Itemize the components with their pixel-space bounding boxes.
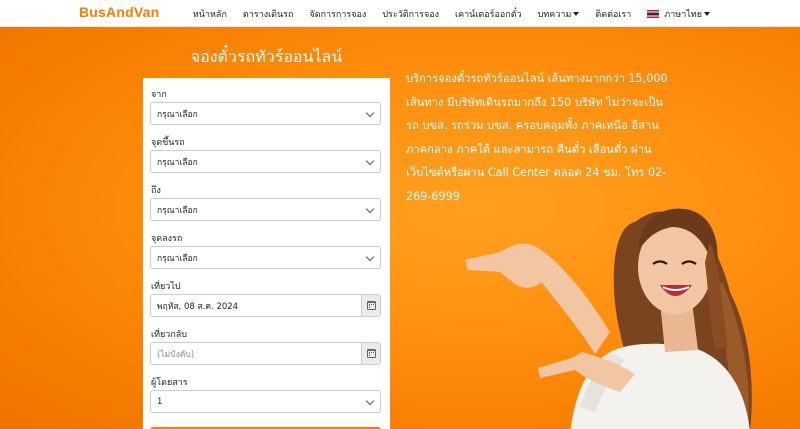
pickup-label: จุดขึ้นรถ bbox=[151, 138, 185, 148]
pickup-select[interactable]: กรุณาเลือก bbox=[150, 150, 381, 173]
chevron-down-icon bbox=[365, 396, 375, 406]
passengers-select[interactable]: 1 bbox=[150, 390, 381, 413]
language-selector[interactable]: ภาษาไทย bbox=[639, 7, 718, 21]
nav-contact[interactable]: ติดต่อเรา bbox=[587, 7, 639, 21]
promo-woman-image bbox=[465, 208, 752, 429]
pickup-select-value: กรุณาเลือก bbox=[157, 157, 198, 168]
depart-date-input[interactable]: พฤหัส, 08 ส.ค. 2024 bbox=[150, 294, 361, 317]
depart-label: เที่ยวไป bbox=[151, 282, 181, 292]
calendar-icon bbox=[366, 301, 376, 310]
dropoff-select-value: กรุณาเลือก bbox=[157, 253, 198, 264]
dropoff-label: จุดลงรถ bbox=[151, 234, 183, 244]
to-select-value: กรุณาเลือก bbox=[157, 205, 198, 216]
nav-articles[interactable]: บทความ bbox=[530, 7, 588, 21]
nav-booking-history[interactable]: ประวัติการจอง bbox=[374, 7, 447, 21]
thai-flag-icon bbox=[647, 9, 660, 18]
booking-form-title: จองตั๋วรถทัวร์ออนไลน์ bbox=[190, 47, 343, 66]
brand-logo[interactable]: BusAndVan bbox=[79, 4, 159, 20]
return-date-input[interactable]: (ไม่บังคับ) bbox=[150, 342, 361, 365]
from-select[interactable]: กรุณาเลือก bbox=[150, 102, 381, 125]
top-navbar: BusAndVan หน้าหลัก ตารางเดินรถ จัดการการ… bbox=[0, 0, 800, 27]
nav-manage-booking[interactable]: จัดการการจอง bbox=[301, 7, 374, 21]
passengers-select-value: 1 bbox=[157, 396, 163, 407]
nav-articles-label: บทความ bbox=[537, 8, 572, 19]
calendar-icon bbox=[366, 349, 376, 358]
main-nav: หน้าหลัก ตารางเดินรถ จัดการการจอง ประวัต… bbox=[185, 0, 718, 27]
dropoff-select[interactable]: กรุณาเลือก bbox=[150, 246, 381, 269]
passengers-label: ผู้โดยสาร bbox=[151, 378, 188, 388]
chevron-down-icon bbox=[365, 204, 375, 214]
chevron-down-icon bbox=[704, 11, 710, 16]
return-label: เที่ยวกลับ bbox=[151, 330, 188, 340]
to-label: ถึง bbox=[151, 186, 161, 196]
chevron-down-icon bbox=[365, 108, 375, 118]
to-select[interactable]: กรุณาเลือก bbox=[150, 198, 381, 221]
hero-section: จองตั๋วรถทัวร์ออนไลน์ จาก กรุณาเลือก จุด… bbox=[0, 27, 800, 429]
depart-date-field: พฤหัส, 08 ส.ค. 2024 bbox=[150, 294, 381, 317]
chevron-down-icon bbox=[573, 11, 580, 16]
from-label: จาก bbox=[151, 90, 167, 100]
chevron-down-icon bbox=[365, 156, 375, 166]
language-label: ภาษาไทย bbox=[664, 8, 702, 19]
nav-home[interactable]: หน้าหลัก bbox=[185, 7, 235, 21]
chevron-down-icon bbox=[365, 252, 375, 262]
return-date-field: (ไม่บังคับ) bbox=[150, 342, 381, 365]
booking-form: จาก กรุณาเลือก จุดขึ้นรถ กรุณาเลือก ถึง … bbox=[143, 78, 390, 429]
from-select-value: กรุณาเลือก bbox=[157, 109, 198, 120]
nav-schedule[interactable]: ตารางเดินรถ bbox=[235, 7, 302, 21]
nav-ticket-counter[interactable]: เคาน์เตอร์ออกตั๋ว bbox=[447, 7, 530, 21]
depart-calendar-button[interactable] bbox=[361, 294, 381, 317]
return-calendar-button[interactable] bbox=[361, 342, 381, 365]
